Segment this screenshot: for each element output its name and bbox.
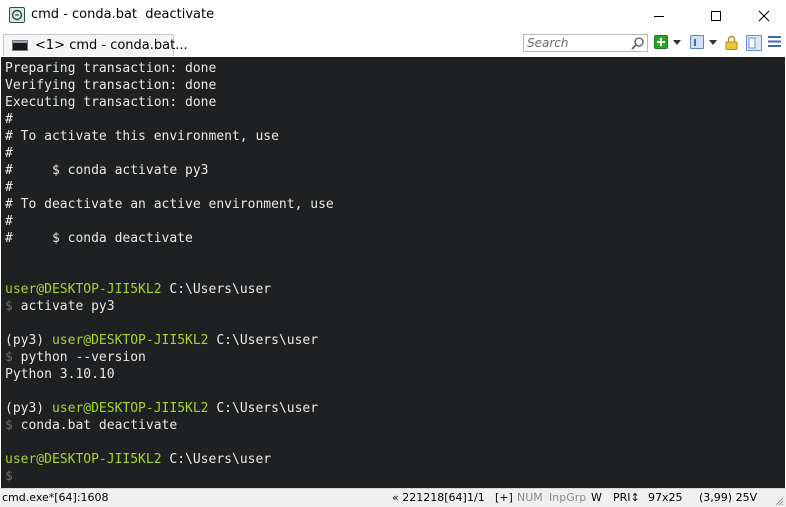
prompt-user-host: user@DESKTOP-JII5KL2 (5, 282, 170, 297)
console-text: C:\Users\user (169, 452, 272, 467)
lock-icon[interactable] (725, 35, 738, 50)
console-line: # (5, 179, 13, 196)
console-line: $ activate py3 (5, 298, 115, 315)
new-console-icon[interactable] (654, 35, 668, 49)
console-text: # (5, 112, 13, 127)
prompt-symbol: $ (5, 299, 21, 314)
maximize-icon (710, 10, 721, 21)
close-button[interactable] (741, 0, 786, 31)
console-text: activate py3 (20, 299, 115, 314)
menu-icon[interactable] (768, 35, 781, 48)
console-line: Verifying transaction: done (5, 77, 216, 94)
split-view-icon[interactable] (746, 35, 762, 51)
console-text: Python 3.10.10 (5, 367, 115, 382)
console-icon (12, 40, 28, 51)
status-num[interactable]: NUM (517, 491, 543, 505)
prompt-symbol: $ (5, 469, 13, 484)
conemu-icon[interactable] (9, 7, 25, 23)
console-text: (py3) (5, 401, 52, 416)
console-text: python --version (20, 350, 146, 365)
console-text: # $ conda activate py3 (5, 163, 209, 178)
console-line: user@DESKTOP-JII5KL2 C:\Users\user (5, 281, 271, 298)
prompt-symbol: $ (5, 350, 21, 365)
console-text: conda.bat deactivate (20, 418, 178, 433)
console-line: (py3) user@DESKTOP-JII5KL2 C:\Users\user (5, 332, 318, 349)
console-line: # $ conda activate py3 (5, 162, 209, 179)
status-console-index[interactable]: 1/1 (467, 491, 485, 505)
console-text: C:\Users\user (216, 333, 319, 348)
console-line: # (5, 111, 13, 128)
prompt-user-host: user@DESKTOP-JII5KL2 (5, 452, 170, 467)
console-text: # (5, 214, 13, 229)
console-line: $ conda.bat deactivate (5, 417, 177, 434)
console-text: C:\Users\user (216, 401, 319, 416)
search-box[interactable] (523, 34, 648, 52)
prompt-user-host: user@DESKTOP-JII5KL2 (51, 333, 217, 348)
tab-console-1[interactable]: <1> cmd - conda.bat... (3, 34, 188, 56)
status-pri[interactable]: PRI↕ (613, 491, 640, 505)
status-size[interactable]: 97x25 (648, 491, 683, 505)
search-icon[interactable] (630, 36, 645, 51)
console-line: # (5, 213, 13, 230)
console-line: # To deactivate an active environment, u… (5, 196, 334, 213)
tab-bar: <1> cmd - conda.bat... (0, 31, 786, 56)
status-cursor[interactable]: (3,99) 25V (699, 491, 757, 505)
resize-grip-icon[interactable] (774, 496, 784, 506)
dropdown-icon[interactable] (709, 40, 717, 45)
console-line: (py3) user@DESKTOP-JII5KL2 C:\Users\user (5, 400, 318, 417)
status-bar: cmd.exe*[64]:1608 « 221218[64] 1/1 [+] N… (0, 488, 786, 507)
console-text: # (5, 146, 13, 161)
console-line: $ python --version (5, 349, 146, 366)
minimize-button[interactable] (636, 0, 681, 31)
status-w[interactable]: W (591, 491, 602, 505)
console-text: (py3) (5, 333, 52, 348)
status-process[interactable]: cmd.exe*[64]:1608 (2, 491, 109, 505)
console-text: # To deactivate an active environment, u… (5, 197, 334, 212)
console-text: # To activate this environment, use (5, 129, 279, 144)
close-icon (758, 10, 769, 21)
console-line: Python 3.10.10 (5, 366, 115, 383)
console-output[interactable]: Preparing transaction: done Verifying tra… (1, 57, 785, 488)
status-inpgrp[interactable]: InpGrp (549, 491, 586, 505)
console-line: # (5, 145, 13, 162)
minimize-icon (653, 15, 664, 17)
console-text: Preparing transaction: done (5, 61, 217, 76)
maximize-button[interactable] (693, 0, 738, 31)
console-text: # $ conda deactivate (5, 231, 193, 246)
console-text: # (5, 180, 13, 195)
title-bar[interactable]: cmd - conda.bat deactivate (0, 0, 786, 31)
console-line: $ (5, 468, 13, 485)
console-text: Executing transaction: done (5, 95, 217, 110)
tab-label: <1> cmd - conda.bat... (35, 38, 188, 53)
console-text: Verifying transaction: done (5, 78, 217, 93)
console-line: # $ conda deactivate (5, 230, 193, 247)
search-input[interactable] (525, 35, 629, 51)
tab-list-icon[interactable] (690, 35, 704, 49)
console-text: C:\Users\user (169, 282, 272, 297)
status-plus[interactable]: [+] (495, 491, 513, 505)
console-line: user@DESKTOP-JII5KL2 C:\Users\user (5, 451, 271, 468)
window-title: cmd - conda.bat deactivate (31, 7, 215, 22)
status-pid[interactable]: « 221218[64] (392, 491, 467, 505)
prompt-user-host: user@DESKTOP-JII5KL2 (51, 401, 217, 416)
console-line: Preparing transaction: done (5, 60, 216, 77)
console-line: # To activate this environment, use (5, 128, 279, 145)
prompt-symbol: $ (5, 418, 21, 433)
console-line: Executing transaction: done (5, 94, 216, 111)
dropdown-icon[interactable] (673, 40, 681, 45)
